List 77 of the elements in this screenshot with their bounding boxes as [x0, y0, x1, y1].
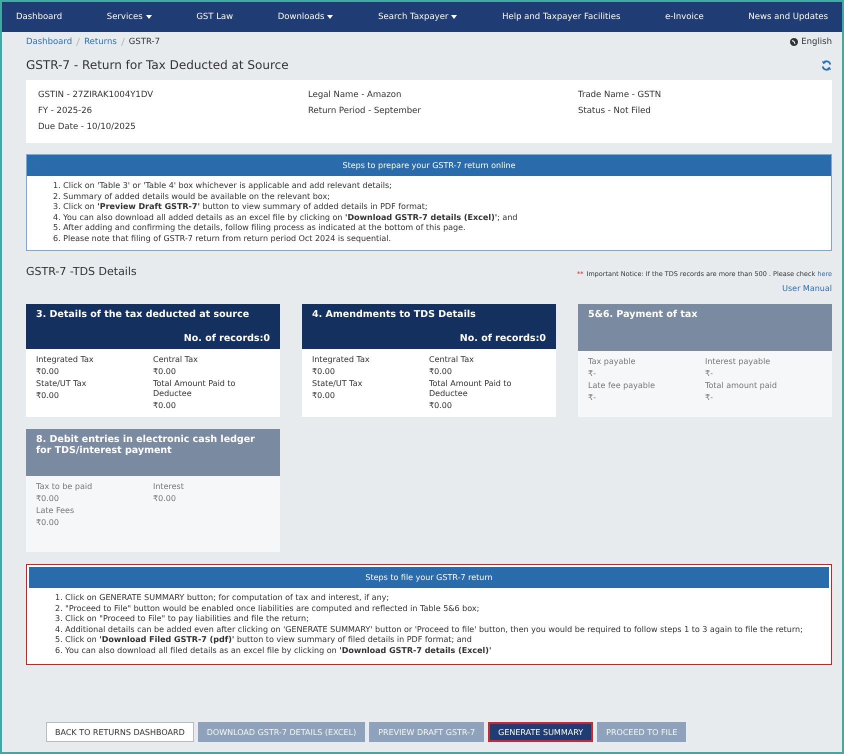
field-label: Late fee payable	[588, 381, 656, 391]
user-manual-link[interactable]: User Manual	[782, 284, 832, 293]
separator-icon	[120, 38, 125, 46]
nav-item[interactable]: Search Taxpayer	[378, 12, 458, 22]
records-count: No. of records:0	[460, 333, 546, 344]
field-value: ₹0.00	[36, 494, 60, 504]
field-label: Total Amount Paid to Deductee	[153, 379, 236, 399]
info-text: FY - 2025-26	[38, 106, 94, 117]
step-text: 1. Click on GENERATE SUMMARY button; for computation of tax and interest, if any;	[55, 593, 390, 602]
field-value: ₹0.00	[36, 391, 60, 401]
page-title: GSTR-7 - Return for Tax Deducted at Source	[26, 58, 289, 72]
panel-heading: Steps to prepare your GSTR-7 return online	[27, 155, 831, 176]
field-label: Late Fees	[36, 506, 76, 516]
field-label: Central Tax	[429, 355, 475, 365]
step-text: 4. You can also download all added details as an excel file by clicking on 'Download GSTR-7 details (Excel)'; and	[53, 212, 518, 222]
field-value: ₹0.00	[153, 401, 177, 411]
section-title: GSTR-7 -TDS Details	[26, 265, 137, 278]
field-value: ₹-	[705, 369, 714, 379]
refresh-icon[interactable]	[821, 60, 832, 70]
step-text: 5. Click on 'Download Filed GSTR-7 (pdf)' button to view summary of filed details in PDF format; and	[55, 635, 472, 644]
field-label: Total Amount Paid to Deductee	[429, 379, 512, 399]
field-label: State/UT Tax	[312, 379, 364, 389]
step-text: 6. You can also download all filed details as an excel file by clicking on 'Download GSTR-7 details (Excel)'	[55, 646, 492, 654]
field-label: State/UT Tax	[36, 379, 88, 389]
step-text: 2. Summary of added details would be available on the relevant box;	[53, 192, 330, 200]
field-label: Interest	[153, 482, 185, 492]
field-value: ₹0.00	[153, 367, 177, 377]
breadcrumb-link[interactable]: Dashboard	[26, 37, 72, 47]
field-label: Tax to be paid	[36, 482, 94, 492]
info-text: Due Date - 10/10/2025	[38, 122, 137, 133]
breadcrumb-link[interactable]: Returns	[84, 37, 117, 47]
step-text: 3. Click on 'Preview Draft GSTR-7' button to view summary of added details in PDF format;	[53, 202, 428, 211]
language-link[interactable]: English	[801, 37, 832, 47]
info-text: GSTIN - 27ZIRAK1004Y1DV	[38, 90, 154, 101]
action-button[interactable]: BACK TO RETURNS DASHBOARD	[46, 722, 194, 742]
info-text: Return Period - September	[308, 106, 422, 117]
field-label: Tax payable	[588, 357, 637, 367]
step-text: 5. After adding and confirming the details, follow filing process as indicated at the bottom of this page.	[53, 223, 466, 232]
separator-icon	[76, 38, 80, 46]
step-text: 4. Additional details can be added even after clicking on 'GENERATE SUMMARY' button or 'Proceed to file' button, then you would be required to follow steps 1 to 3 again to file the return;	[55, 624, 803, 634]
nav-item[interactable]: Dashboard	[16, 12, 62, 22]
records-count: No. of records:0	[184, 333, 270, 344]
field-value: ₹-	[705, 393, 714, 403]
tile-title: 5&6. Payment of tax	[588, 309, 698, 320]
nav-item[interactable]: Services	[106, 12, 152, 22]
step-text: 6. Please note that filing of GSTR-7 return from return period Oct 2024 is sequential.	[53, 234, 392, 242]
nav-item[interactable]: e-Invoice	[665, 12, 704, 22]
field-label: Integrated Tax	[36, 355, 95, 365]
field-value: ₹0.00	[312, 367, 336, 377]
nav-item[interactable]: Downloads	[278, 12, 334, 22]
field-value: ₹0.00	[429, 367, 453, 377]
info-text: Trade Name - GSTN	[578, 90, 662, 101]
field-label: Interest payable	[705, 357, 772, 367]
field-value: ₹-	[588, 393, 597, 403]
step-text: 2. "Proceed to File" button would be enabled once liabilities are computed and reflected in Table 5&6 box;	[55, 604, 480, 612]
field-value: ₹0.00	[153, 494, 177, 504]
nav-item[interactable]: Help and Taxpayer Facilities	[502, 12, 620, 22]
info-text: Legal Name - Amazon	[308, 90, 402, 101]
field-label: Central Tax	[153, 355, 199, 365]
tile-title: 8. Debit entries in electronic cash ledger for TDS/interest payment	[36, 434, 256, 456]
panel-heading: Steps to file your GSTR-7 return	[29, 567, 829, 588]
field-value: ₹0.00	[36, 367, 60, 377]
field-label: Integrated Tax	[312, 355, 371, 365]
field-value: ₹0.00	[429, 401, 453, 411]
action-button[interactable]: GENERATE SUMMARY	[488, 722, 594, 742]
step-text: 1. Click on 'Table 3' or 'Table 4' box whichever is applicable and add relevant details;	[53, 181, 392, 190]
field-label: Total amount paid	[705, 381, 778, 391]
step-text: 3. Click on "Proceed to File" to pay liabilities and file the return;	[55, 614, 309, 623]
info-text: Status - Not Filed	[578, 106, 652, 117]
tile-title: 4. Amendments to TDS Details	[312, 309, 477, 320]
field-value: ₹-	[588, 369, 597, 379]
field-value: ₹0.00	[312, 391, 336, 401]
field-value: ₹0.00	[36, 518, 60, 528]
nav-item[interactable]: GST Law	[196, 12, 234, 22]
current-page-label: GSTR-7	[128, 37, 160, 47]
nav-item[interactable]: News and Updates	[748, 12, 828, 22]
tile-title: 3. Details of the tax deducted at source	[36, 309, 250, 320]
